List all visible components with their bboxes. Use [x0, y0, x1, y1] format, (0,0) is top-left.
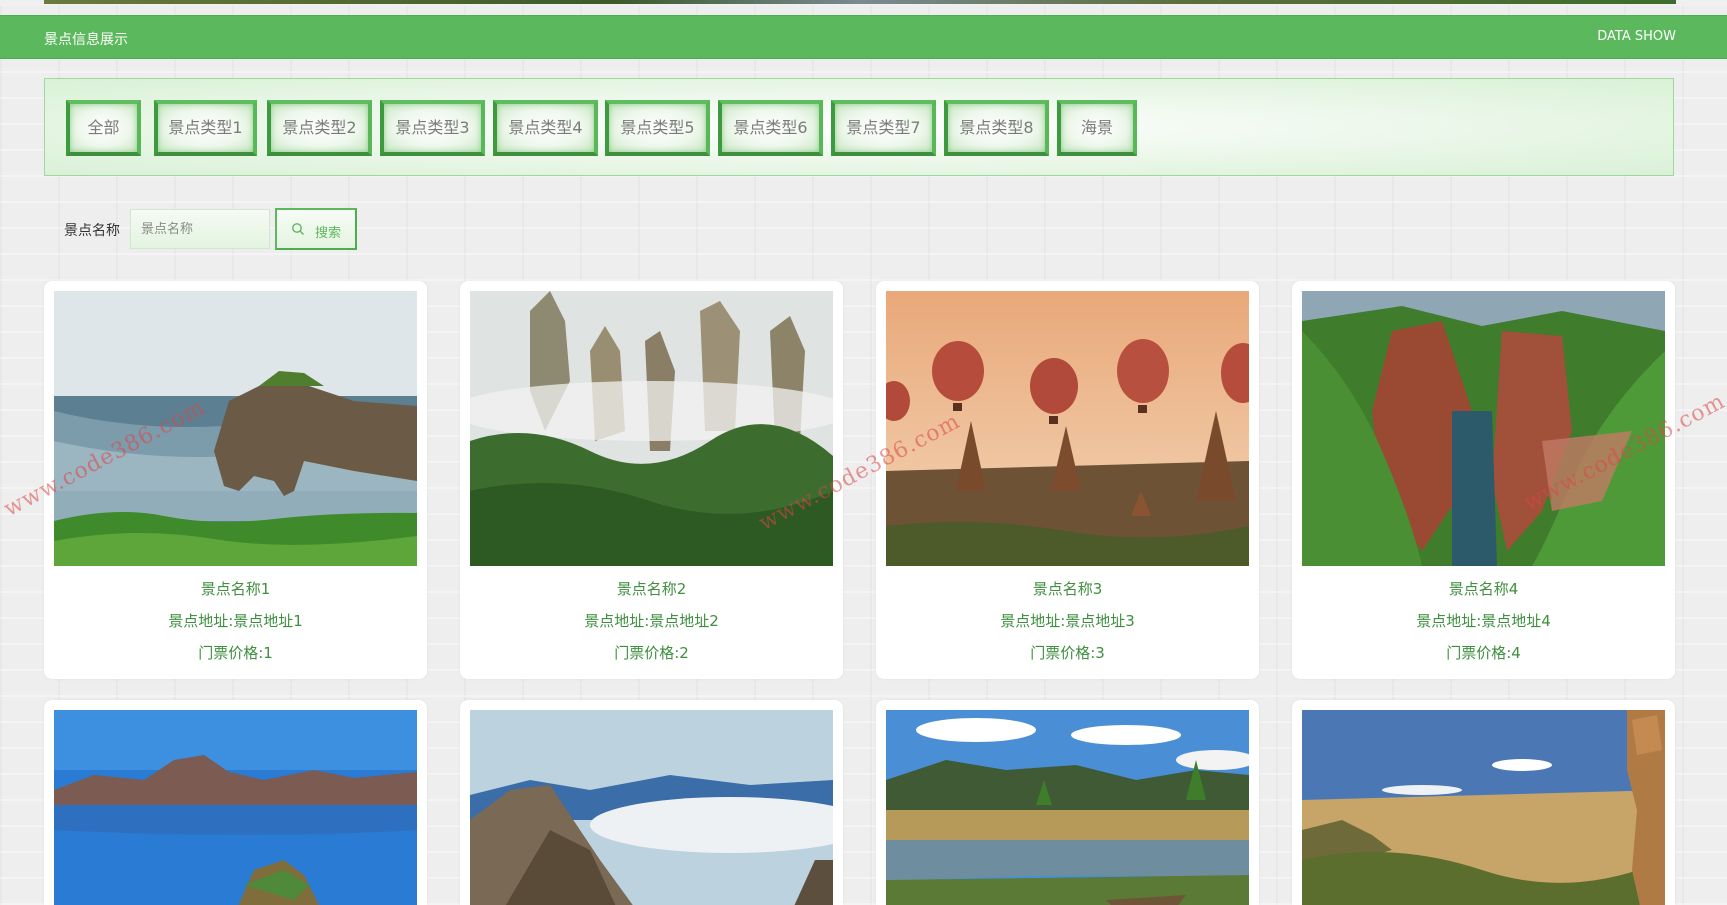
attraction-price: 门票价格:4: [1446, 644, 1521, 662]
attraction-card[interactable]: 景点名称4 景点地址:景点地址4 门票价格:4: [1292, 281, 1675, 679]
search-input[interactable]: [130, 209, 270, 249]
data-show-label: DATA SHOW: [1597, 29, 1676, 44]
page-title: 景点信息展示: [44, 32, 128, 48]
category-type5-button[interactable]: 景点类型5: [605, 100, 710, 156]
search-button-label: 搜索: [315, 226, 342, 241]
attraction-address: 景点地址:景点地址4: [1416, 612, 1551, 630]
category-type4-button[interactable]: 景点类型4: [493, 100, 598, 156]
attraction-image-cloud-mountains[interactable]: [470, 710, 833, 905]
attraction-address: 景点地址:景点地址1: [168, 612, 303, 630]
category-type3-button[interactable]: 景点类型3: [380, 100, 485, 156]
attraction-card[interactable]: [876, 700, 1259, 905]
attraction-name: 景点名称2: [616, 580, 687, 598]
attraction-image-sea-arch[interactable]: [54, 291, 417, 566]
attraction-name: 景点名称1: [200, 580, 271, 598]
attraction-address: 景点地址:景点地址3: [1000, 612, 1135, 630]
attraction-card[interactable]: 景点名称2 景点地址:景点地址2 门票价格:2: [460, 281, 843, 679]
category-type6-button[interactable]: 景点类型6: [718, 100, 823, 156]
attraction-name: 景点名称3: [1032, 580, 1103, 598]
attraction-price: 门票价格:1: [198, 644, 273, 662]
attraction-image-karst-peaks[interactable]: [470, 291, 833, 566]
attraction-card[interactable]: [44, 700, 427, 905]
attraction-address: 景点地址:景点地址2: [584, 612, 719, 630]
category-type2-button[interactable]: 景点类型2: [267, 100, 372, 156]
title-bar: 景点信息展示 DATA SHOW: [0, 15, 1727, 59]
attraction-name: 景点名称4: [1448, 580, 1519, 598]
attraction-card[interactable]: [1292, 700, 1675, 905]
attraction-image-blue-lake[interactable]: [54, 710, 417, 905]
attraction-card[interactable]: 景点名称1 景点地址:景点地址1 门票价格:1: [44, 281, 427, 679]
category-type8-button[interactable]: 景点类型8: [944, 100, 1049, 156]
category-type7-button[interactable]: 景点类型7: [831, 100, 936, 156]
attraction-price: 门票价格:2: [614, 644, 689, 662]
attraction-image-balloons-pagodas[interactable]: [886, 291, 1249, 566]
attraction-image-green-canyon[interactable]: [1302, 291, 1665, 566]
attraction-image-coastal-rocks[interactable]: [1302, 710, 1665, 905]
search-button[interactable]: 搜索: [275, 208, 357, 250]
banner-strip: [0, 0, 1727, 6]
banner-image-edge: [44, 0, 1676, 4]
search-icon: [292, 223, 304, 235]
attraction-card[interactable]: [460, 700, 843, 905]
attraction-card[interactable]: 景点名称3 景点地址:景点地址3 门票价格:3: [876, 281, 1259, 679]
attraction-image-wetland[interactable]: [886, 710, 1249, 905]
search-label: 景点名称: [64, 223, 120, 239]
attraction-price: 门票价格:3: [1030, 644, 1105, 662]
category-filter-panel: 全部 景点类型1 景点类型2 景点类型3 景点类型4 景点类型5 景点类型6 景…: [44, 78, 1674, 176]
category-type1-button[interactable]: 景点类型1: [154, 100, 257, 156]
category-all-button[interactable]: 全部: [66, 100, 141, 156]
category-seaview-button[interactable]: 海景: [1057, 100, 1137, 156]
